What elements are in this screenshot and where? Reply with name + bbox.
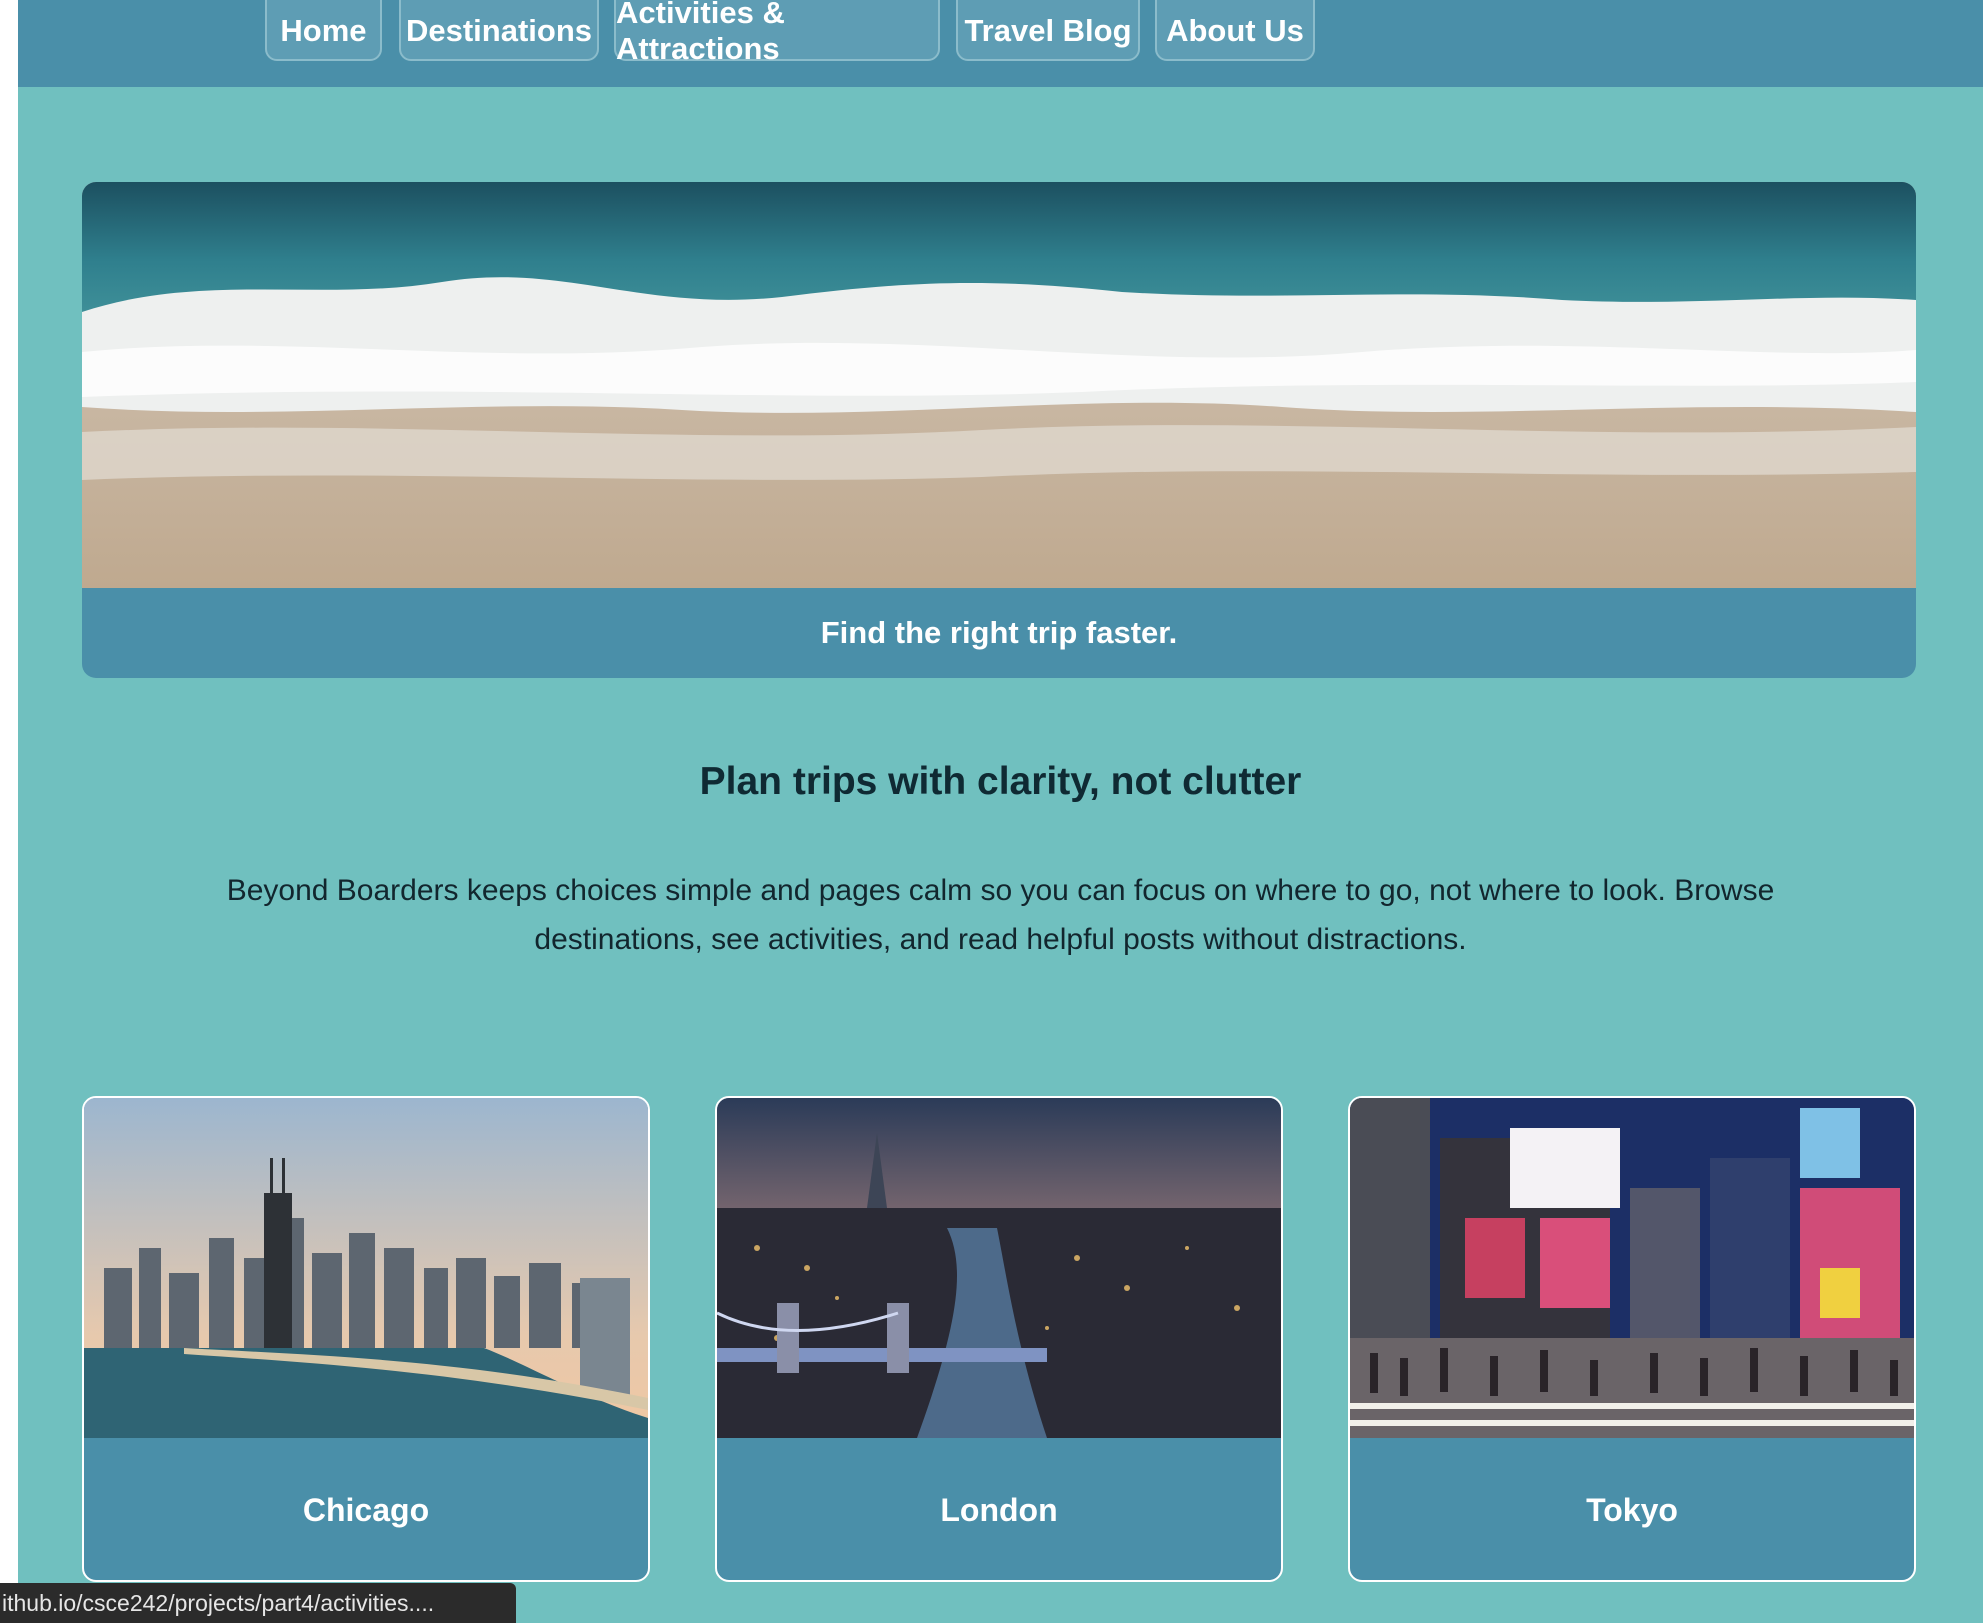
- destination-card-london[interactable]: London: [715, 1096, 1283, 1582]
- card-label-tokyo: Tokyo: [1586, 1491, 1678, 1528]
- hero-banner: Find the right trip faster.: [82, 182, 1916, 678]
- nav-about-us[interactable]: About Us: [1155, 0, 1315, 61]
- nav-activities-attractions[interactable]: Activities & Attractions: [614, 0, 940, 66]
- nav-destinations[interactable]: Destinations: [399, 0, 599, 61]
- destination-card-chicago[interactable]: Chicago: [82, 1096, 650, 1582]
- london-bridge-image: [717, 1098, 1281, 1438]
- section-heading: Plan trips with clarity, not clutter: [699, 760, 1302, 803]
- tokyo-shibuya-image: [1350, 1098, 1914, 1438]
- hero-ocean-image: [82, 182, 1916, 588]
- intro-paragraph: Beyond Boarders keeps choices simple and…: [226, 874, 1775, 956]
- destination-card-tokyo[interactable]: Tokyo: [1348, 1096, 1916, 1582]
- chicago-skyline-image: [84, 1098, 648, 1438]
- card-label-chicago: Chicago: [302, 1491, 430, 1528]
- page: Home Destinations Activities & Attractio…: [18, 0, 1983, 1623]
- hero-caption: Find the right trip faster.: [820, 615, 1178, 650]
- card-label-london: London: [940, 1491, 1058, 1528]
- top-navigation: Home Destinations Activities & Attractio…: [18, 0, 1983, 87]
- nav-travel-blog[interactable]: Travel Blog: [956, 0, 1140, 61]
- nav-home[interactable]: Home: [265, 0, 382, 61]
- link-preview-status-bar: ithub.io/csce242/projects/part4/activiti…: [0, 1583, 516, 1623]
